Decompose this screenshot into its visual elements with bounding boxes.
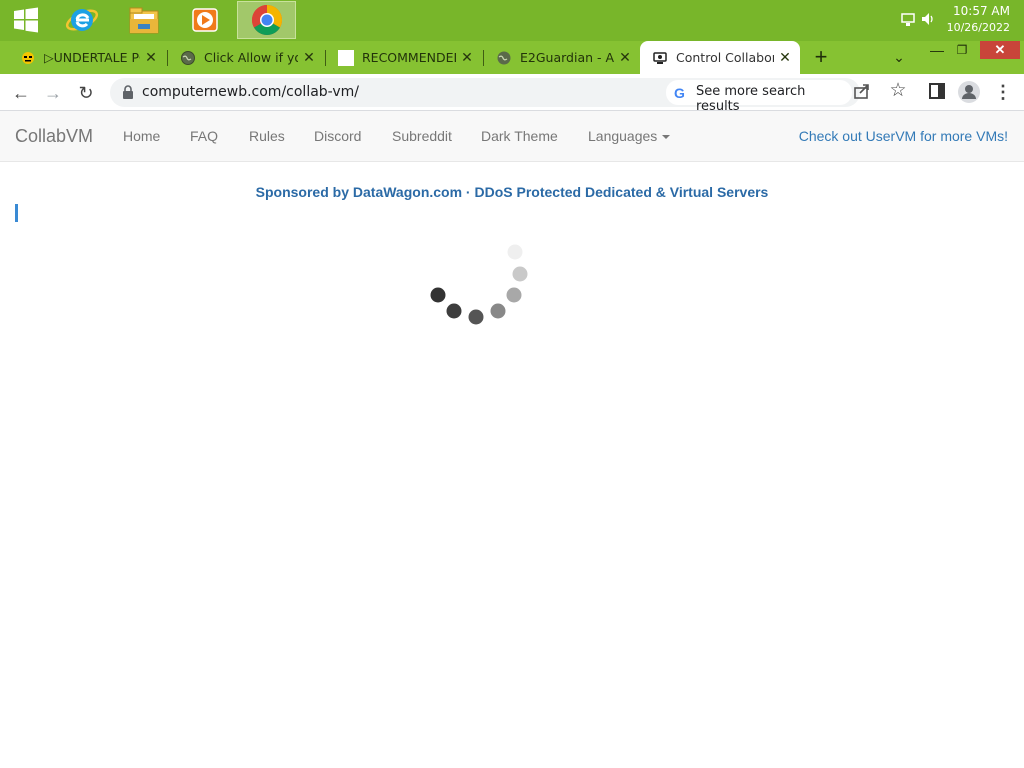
chrome-icon [251,4,282,36]
url-text[interactable]: computernewb.com/collab-vm/ [142,84,359,100]
file-explorer-button[interactable] [122,1,166,39]
network-icon[interactable] [900,12,916,28]
tab-title: ▷UNDERTALE PC [44,50,140,65]
undertale-favicon [22,51,34,64]
back-button[interactable]: ← [8,80,34,106]
globe-favicon [497,51,511,64]
languages-label: Languages [588,128,658,144]
tab-title: RECOMMENDED [362,50,456,65]
sponsor-separator: · [462,184,475,200]
uservm-link[interactable]: Check out UserVM for more VMs! [799,128,1008,144]
spinner-dot [507,244,523,260]
nav-rules[interactable]: Rules [249,128,285,144]
chevron-down-icon: ⌄ [893,49,905,65]
globe-favicon [181,50,195,65]
clock-date[interactable]: 10/26/2022 [947,21,1010,34]
forward-button[interactable]: → [40,80,66,106]
media-player-icon [192,8,218,32]
spinner-dot [468,309,484,325]
clock-time[interactable]: 10:57 AM [953,4,1010,18]
close-icon[interactable]: ✕ [774,50,796,66]
nav-subreddit[interactable]: Subreddit [392,128,452,144]
site-navbar: CollabVM Home FAQ Rules Discord Subreddi… [0,111,1024,162]
google-icon: G [674,85,685,101]
tab-title: Control Collabora [676,50,774,65]
nav-faq[interactable]: FAQ [190,128,218,144]
search-results-chip[interactable]: G See more search results [666,80,852,114]
nav-discord[interactable]: Discord [314,128,361,144]
share-icon[interactable] [852,81,872,101]
minimize-icon: — [930,42,944,58]
close-icon[interactable]: ✕ [614,50,636,66]
spinner-dot [430,287,446,303]
search-chip-label: See more search results [696,84,806,114]
blank-favicon [338,49,354,66]
tab-undertale[interactable]: ▷UNDERTALE PC ✕ [8,41,166,74]
tab-title: Click Allow if you [204,50,298,65]
spinner-dot [506,287,522,303]
caret-down-icon [662,135,671,140]
bookmark-star-icon[interactable]: ☆ [888,80,908,102]
nav-dark-theme[interactable]: Dark Theme [481,128,558,144]
person-icon [962,85,976,99]
taskbar: 10:57 AM 10/26/2022 [0,0,1024,41]
file-explorer-icon [129,7,159,34]
volume-icon[interactable] [920,11,936,27]
nav-home[interactable]: Home [123,128,160,144]
brand-logo[interactable]: CollabVM [15,126,93,147]
spinner-dot [490,303,506,319]
window-close-button[interactable]: ✕ [980,41,1020,59]
profile-avatar-icon[interactable] [958,81,980,103]
tab-title: E2Guardian - Acc [520,50,614,65]
internet-explorer-button[interactable] [60,1,104,39]
sponsor-tagline-link[interactable]: DDoS Protected Dedicated & Virtual Serve… [475,184,769,200]
more-menu-icon[interactable]: ⋮ [994,81,1012,103]
collabvm-favicon [653,51,667,64]
tab-click-allow[interactable]: Click Allow if you ✕ [168,41,324,74]
windows-start-icon [14,7,38,33]
arrow-right-icon: → [44,83,62,103]
new-tab-button[interactable]: + [809,44,833,70]
loading-spinner [430,244,528,325]
tab-search-button[interactable]: ⌄ [888,45,910,69]
reload-button[interactable]: ↻ [73,80,99,106]
internet-explorer-icon [65,9,99,31]
windows-start-button[interactable] [6,1,46,39]
close-icon[interactable]: ✕ [140,50,162,66]
plus-icon: + [814,44,828,69]
nav-languages-dropdown[interactable]: Languages [588,128,671,144]
chrome-taskbar-button[interactable] [237,1,296,39]
text-cursor [15,204,18,222]
reload-icon: ↻ [78,83,94,103]
system-tray: 10:57 AM 10/26/2022 [894,0,1024,41]
lock-icon[interactable] [122,85,134,99]
restore-button[interactable]: ❐ [950,41,974,61]
close-icon[interactable]: ✕ [456,50,478,66]
close-icon[interactable]: ✕ [298,50,320,66]
tab-recommended[interactable]: RECOMMENDED ✕ [326,41,482,74]
address-bar[interactable]: computernewb.com/collab-vm/ G See more s… [110,78,860,114]
spinner-dot [512,266,528,282]
sponsor-link[interactable]: Sponsored by DataWagon.com [256,184,462,200]
sponsor-banner: Sponsored by DataWagon.com · DDoS Protec… [0,184,1024,200]
tab-control-collabvm[interactable]: Control Collabora ✕ [640,41,800,74]
arrow-left-icon: ← [12,83,30,103]
side-panel-icon[interactable] [928,82,946,100]
spinner-dot [446,303,462,319]
restore-icon: ❐ [956,43,968,57]
tab-e2guardian[interactable]: E2Guardian - Acc ✕ [484,41,640,74]
minimize-button[interactable]: — [926,41,948,61]
close-icon: ✕ [994,42,1006,57]
media-player-button[interactable] [183,1,227,39]
tab-strip: ▷UNDERTALE PC ✕ Click Allow if you ✕ REC… [0,41,1024,74]
